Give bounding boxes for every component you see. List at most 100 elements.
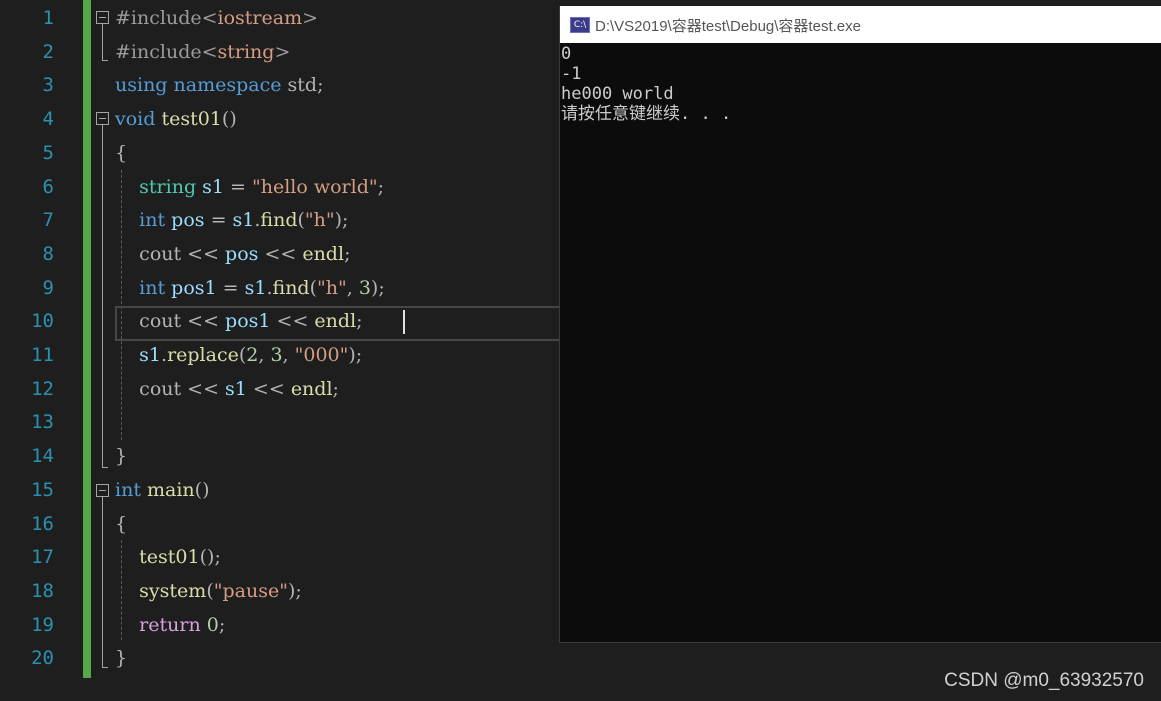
- code-token: ,: [258, 344, 271, 366]
- code-token: "hello world": [252, 175, 378, 198]
- code-token: "h": [304, 209, 335, 232]
- code-line[interactable]: cout << pos << endl;: [115, 238, 350, 271]
- code-token: endl: [314, 310, 357, 333]
- code-token: 0: [206, 613, 219, 636]
- code-token: endl: [302, 242, 345, 265]
- code-line[interactable]: {: [115, 137, 127, 170]
- code-token: using: [115, 74, 174, 97]
- code-token: ;: [218, 613, 226, 636]
- watermark: CSDN @m0_63932570: [944, 670, 1144, 691]
- code-line[interactable]: {: [115, 508, 127, 541]
- code-line[interactable]: string s1 = "hello world";: [115, 171, 384, 204]
- code-token: (: [309, 276, 318, 299]
- code-line[interactable]: return 0;: [115, 609, 225, 642]
- code-line[interactable]: }: [115, 440, 127, 473]
- code-line[interactable]: int main(): [115, 474, 210, 507]
- change-indicator-bar: [83, 0, 91, 678]
- code-token: ,: [346, 276, 359, 299]
- line-number: 2: [42, 40, 54, 63]
- code-token: main: [147, 478, 195, 501]
- code-token: "h": [317, 276, 347, 299]
- code-token: endl: [290, 377, 333, 400]
- code-line[interactable]: s1.replace(2, 3, "000");: [115, 339, 362, 372]
- line-number: 1: [42, 7, 54, 29]
- fold-line: [102, 125, 103, 467]
- code-token: find: [272, 276, 310, 299]
- code-token: );: [370, 276, 385, 299]
- console-output-line: -1: [561, 64, 582, 84]
- code-token: <<: [270, 310, 315, 333]
- fold-end: [102, 60, 108, 61]
- console-title: D:\VS2019\容器test\Debug\容器test.exe: [595, 18, 861, 35]
- code-token: #include<: [115, 40, 218, 63]
- code-token: ,: [282, 344, 295, 366]
- code-token: ;: [377, 175, 385, 198]
- code-token: ;: [332, 377, 339, 400]
- code-token: pos: [171, 209, 205, 232]
- code-token: ;: [344, 242, 351, 265]
- line-number: 5: [42, 141, 54, 164]
- code-token: }: [115, 445, 128, 468]
- code-line[interactable]: cout << pos1 << endl;: [115, 305, 362, 338]
- collapse-include-icon[interactable]: [96, 11, 109, 24]
- code-line[interactable]: #include<iostream>: [115, 2, 318, 35]
- collapse-main-icon[interactable]: [96, 484, 109, 497]
- fold-line: [102, 497, 103, 667]
- line-number: 20: [31, 647, 54, 670]
- code-line[interactable]: }: [115, 642, 127, 675]
- code-token: 2: [246, 344, 259, 366]
- code-token: test01: [161, 108, 222, 131]
- code-token: <<: [181, 310, 226, 333]
- code-token: {: [115, 141, 128, 164]
- code-token: pos1: [171, 276, 217, 299]
- code-token: find: [260, 209, 298, 232]
- code-token: (): [221, 108, 237, 131]
- code-token: );: [348, 344, 363, 366]
- line-number: 19: [31, 613, 54, 636]
- code-line[interactable]: system("pause");: [115, 575, 302, 608]
- code-token: ();: [199, 546, 221, 569]
- code-token: (: [297, 209, 305, 232]
- line-number: 15: [31, 478, 54, 501]
- code-line[interactable]: int pos = s1.find("h");: [115, 204, 348, 237]
- line-number: 12: [31, 377, 54, 400]
- line-number: 7: [42, 209, 54, 232]
- fold-end: [102, 467, 108, 468]
- code-line[interactable]: test01();: [115, 541, 221, 574]
- code-token: }: [115, 647, 128, 670]
- line-number: 11: [31, 344, 54, 366]
- collapse-test01-icon[interactable]: [96, 112, 109, 125]
- code-token: "pause": [213, 579, 288, 602]
- line-number: 16: [31, 512, 54, 535]
- code-line[interactable]: using namespace std;: [115, 69, 323, 102]
- console-window[interactable]: C:\ D:\VS2019\容器test\Debug\容器test.exe 0-…: [559, 6, 1161, 643]
- console-output-line: 0: [561, 44, 572, 64]
- code-token: (): [194, 478, 210, 501]
- code-token: <<: [181, 242, 226, 265]
- code-token: <<: [258, 242, 303, 265]
- console-titlebar[interactable]: C:\ D:\VS2019\容器test\Debug\容器test.exe: [560, 6, 1161, 43]
- code-line[interactable]: cout << s1 << endl;: [115, 373, 339, 406]
- code-token: string: [139, 175, 203, 198]
- console-output-line: 请按任意键继续. . .: [561, 104, 732, 124]
- code-token: #include<: [115, 7, 218, 29]
- line-number-gutter: 1 2 3 4 5 6 7 8 9 10 11 12 13 14 15 16 17 18 19 20: [0, 0, 82, 701]
- code-token: <<: [246, 377, 291, 400]
- code-token: return: [139, 613, 207, 636]
- text-caret: [403, 310, 405, 334]
- code-token: system: [139, 579, 207, 602]
- code-line[interactable]: int pos1 = s1.find("h", 3);: [115, 272, 385, 305]
- code-token: cout: [139, 310, 182, 333]
- code-token: test01: [139, 546, 200, 569]
- code-token: );: [334, 209, 349, 232]
- code-line[interactable]: void test01(): [115, 103, 237, 136]
- code-token: s1: [139, 344, 162, 366]
- code-token: =: [216, 276, 245, 299]
- code-token: s1: [232, 209, 255, 232]
- line-number: 6: [42, 175, 54, 198]
- code-line[interactable]: #include<string>: [115, 36, 290, 69]
